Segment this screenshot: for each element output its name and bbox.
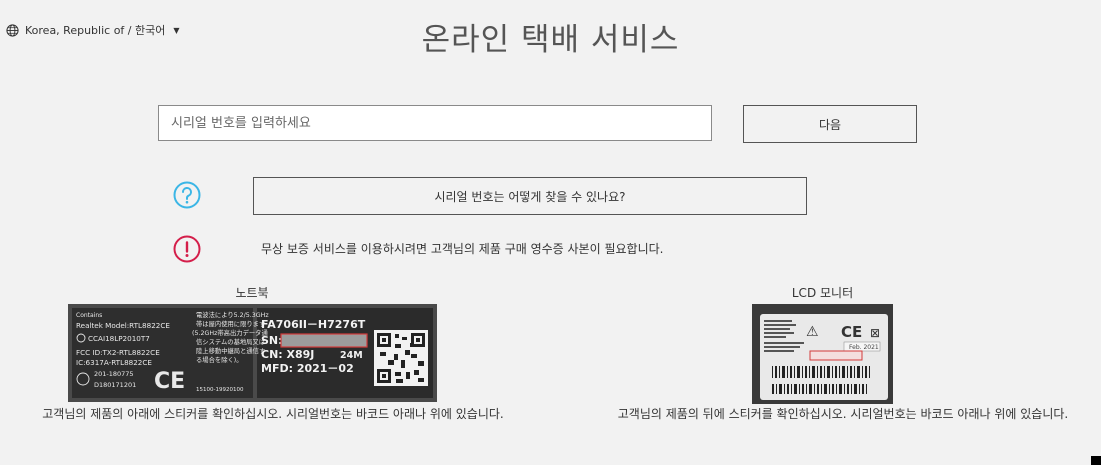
recycle-bin-icon: ⊠ xyxy=(870,326,880,340)
sticker-jp-line-3: (5.2GHz帯高出力データ通 xyxy=(192,328,268,337)
sticker-wifi-model: Realtek Model:RTL8822CE xyxy=(76,321,170,330)
next-button[interactable]: 다음 xyxy=(743,105,917,143)
warranty-notice: 무상 보증 서비스를 이용하시려면 고객님의 제품 구매 영수증 사본이 필요합… xyxy=(261,242,664,256)
laptop-sticker-image: Contains Realtek Model:RTL8822CE CCAI18L… xyxy=(68,304,437,402)
sticker-mfd: MFD: 2021－02 xyxy=(261,362,354,375)
sticker-cn: CN: X89J xyxy=(261,348,314,361)
monitor-caption: LCD 모니터 xyxy=(791,286,854,300)
sticker-cert-1: 201-180775 xyxy=(94,370,134,378)
serial-number-highlight xyxy=(809,350,863,361)
sticker-jp-line-2: 帯は屋内使用に限ります xyxy=(196,319,265,328)
monitor-description: 고객님의 제품의 뒤에 스티커를 확인하십시오. 시리얼번호는 바코드 아래나 … xyxy=(617,407,1069,421)
sticker-contains: Contains xyxy=(76,312,102,319)
sticker-jp-line-4: 信システムの基地局又は xyxy=(196,337,265,346)
laptop-caption: 노트북 xyxy=(235,286,269,300)
sticker-cert-3: 15100-19920100 xyxy=(196,387,244,393)
exclamation-circle-icon xyxy=(173,235,201,263)
qr-code-icon xyxy=(374,330,428,386)
ce-mark-icon: CE xyxy=(841,323,862,341)
monitor-sticker-image: ⚠ CE ⊠ Feb. 2021 xyxy=(752,304,893,404)
certification-mark-icon: ⚠ xyxy=(806,324,819,340)
laptop-description: 고객님의 제품의 아래에 스티커를 확인하십시오. 시리얼번호는 바코드 아래나… xyxy=(42,407,504,421)
sticker-ccai: CCAI18LP2010T7 xyxy=(88,334,150,343)
monitor-manufacture-date: Feb. 2021 xyxy=(849,344,879,351)
page-title: 온라인 택배 서비스 xyxy=(421,22,680,58)
sticker-product-model: FA706II－H7276T xyxy=(261,318,366,331)
sticker-size: 24M xyxy=(340,350,363,361)
find-serial-help-button[interactable]: 시리얼 번호는 어떻게 찾을 수 있나요? xyxy=(253,177,807,215)
sticker-jp-line-1: 電波法により5.2/5.3GHz xyxy=(196,310,269,319)
ce-mark-icon: CE xyxy=(154,369,185,394)
serial-number-highlight xyxy=(280,333,368,348)
sticker-fcc-id: FCC ID:TX2-RTL8822CE xyxy=(76,348,160,357)
corner-marker xyxy=(1091,456,1101,465)
sticker-ic-id: IC:6317A-RTL8822CE xyxy=(76,358,152,367)
sticker-jp-line-5: 陸上移動中継局と通信す xyxy=(196,346,265,355)
sticker-sn-label: SN: xyxy=(261,334,283,347)
serial-number-input[interactable] xyxy=(158,105,712,141)
sticker-jp-line-6: る場合を除く)。 xyxy=(196,355,243,364)
question-circle-icon xyxy=(173,181,201,209)
sticker-cert-2: D180171201 xyxy=(94,381,136,389)
